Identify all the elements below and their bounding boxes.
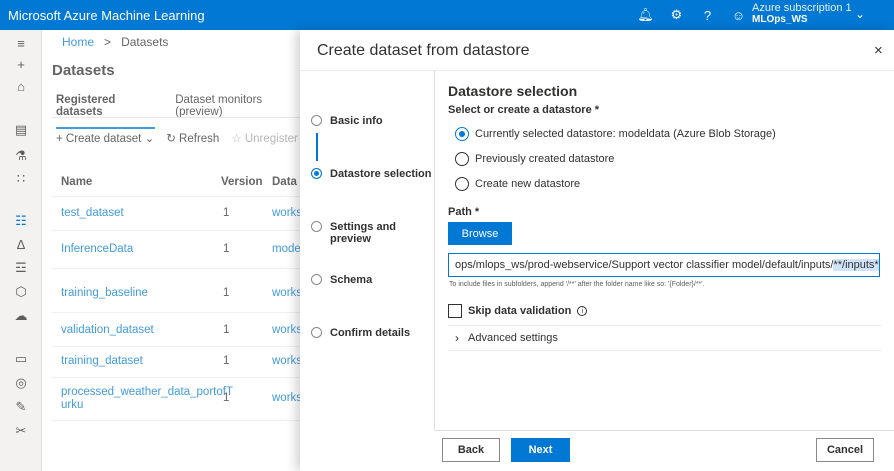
step-indicator (311, 274, 322, 285)
radio-button[interactable] (455, 152, 469, 166)
section-title: Datastore selection (448, 83, 578, 99)
divider (448, 350, 881, 351)
path-text: ops/mlops_ws/prod-webservice/Support vec… (455, 259, 834, 271)
path-label: Path * (448, 206, 480, 218)
subscription-name: Azure subscription 1 (752, 2, 852, 14)
modal-overlay (42, 30, 300, 471)
chevron-down-icon[interactable]: ⌄ (855, 7, 865, 21)
home-icon[interactable]: ⌂ (13, 79, 29, 95)
browse-button[interactable]: Browse (448, 222, 512, 245)
endpoints-icon[interactable]: ☁ (13, 308, 29, 324)
step-settings-preview[interactable]: Settings and preview (330, 221, 434, 245)
skip-validation-checkbox[interactable]: Skip data validation i (448, 304, 588, 318)
radio-button-selected[interactable] (455, 127, 469, 141)
hamburger-icon[interactable]: ≡ (13, 36, 29, 52)
smiley-icon[interactable]: ☺ (723, 8, 754, 23)
step-indicator (311, 115, 322, 126)
checkbox[interactable] (448, 304, 462, 318)
back-button[interactable]: Back (442, 438, 500, 462)
labeling-icon[interactable]: ✎ (13, 399, 29, 415)
chevron-right-icon: › (455, 331, 459, 345)
step-datastore-selection[interactable]: Datastore selection (330, 168, 431, 180)
app-title[interactable]: Microsoft Azure Machine Learning (0, 8, 205, 23)
radio-label: Currently selected datastore: modeldata … (475, 128, 776, 140)
automl-icon[interactable]: ⚗ (13, 148, 29, 164)
close-icon[interactable]: × (874, 42, 883, 59)
top-bar: Microsoft Azure Machine Learning 🔔︎ ⚙ ? … (0, 0, 894, 30)
path-text-selected: **/inputs*.csv (833, 259, 879, 271)
select-datastore-label: Select or create a datastore * (448, 104, 600, 116)
radio-previous-datastore[interactable]: Previously created datastore (455, 152, 614, 166)
notebook-icon[interactable]: ▤ (13, 122, 29, 138)
step-basic-info[interactable]: Basic info (330, 115, 383, 127)
left-nav-rail: ≡ + ⌂ ▤ ⚗ ∷ ☷ ∆ ☲ ⬡ ☁ ▭ ◎ ✎ ✂ (0, 30, 42, 471)
gear-icon[interactable]: ⚙ (661, 7, 692, 23)
panel-title: Create dataset from datastore (317, 42, 530, 59)
datastores-icon[interactable]: ◎ (13, 375, 29, 391)
step-progress-line (316, 133, 318, 161)
plus-icon[interactable]: + (13, 57, 29, 73)
create-dataset-panel: Create dataset from datastore × Basic in… (300, 30, 894, 471)
skip-validation-label: Skip data validation (468, 305, 572, 317)
advanced-settings-toggle[interactable]: › Advanced settings (455, 331, 558, 345)
account-info[interactable]: Azure subscription 1 MLOps_WS (752, 2, 852, 26)
radio-current-datastore[interactable]: Currently selected datastore: modeldata … (455, 127, 776, 141)
linked-services-icon[interactable]: ✂ (13, 423, 29, 439)
datasets-icon[interactable]: ☷ (13, 213, 29, 229)
compute-icon[interactable]: ▭ (13, 351, 29, 367)
wizard-steps: Basic info Datastore selection Settings … (300, 71, 435, 430)
radio-label: Create new datastore (475, 178, 581, 190)
step-schema[interactable]: Schema (330, 274, 372, 286)
radio-new-datastore[interactable]: Create new datastore (455, 177, 580, 191)
next-button[interactable]: Next (511, 438, 570, 462)
divider (448, 325, 881, 326)
cancel-button[interactable]: Cancel (816, 438, 874, 462)
advanced-settings-label: Advanced settings (468, 332, 558, 344)
workspace-name: MLOps_WS (752, 14, 808, 25)
path-input[interactable]: ops/mlops_ws/prod-webservice/Support vec… (448, 253, 880, 277)
designer-icon[interactable]: ∷ (13, 171, 29, 187)
help-icon[interactable]: ? (692, 8, 723, 23)
footer-divider (435, 430, 894, 431)
bell-icon[interactable]: 🔔︎ (630, 7, 661, 23)
experiments-icon[interactable]: ∆ (13, 237, 29, 253)
models-icon[interactable]: ⬡ (13, 284, 29, 300)
radio-label: Previously created datastore (475, 153, 615, 165)
pipelines-icon[interactable]: ☲ (13, 260, 29, 276)
step-indicator-current (311, 168, 322, 179)
info-icon[interactable]: i (577, 306, 588, 316)
step-indicator (311, 327, 322, 338)
topbar-icons: 🔔︎ ⚙ ? ☺ (630, 0, 754, 30)
radio-button[interactable] (455, 177, 469, 191)
step-indicator (311, 221, 322, 232)
step-confirm-details[interactable]: Confirm details (330, 327, 410, 339)
path-hint: To include files in subfolders, append '… (449, 281, 705, 288)
